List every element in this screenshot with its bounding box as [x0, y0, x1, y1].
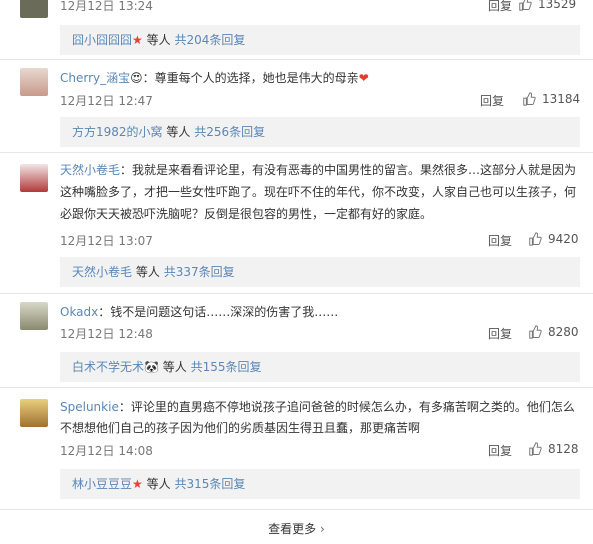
thumbs-up-icon: [523, 92, 536, 106]
comment-body: Okadx：钱不是问题这句话……深深的伤害了我……: [60, 305, 339, 319]
comment-time: 12月12日 12:47: [60, 94, 153, 108]
view-more-link[interactable]: 查看更多 ›: [0, 520, 593, 537]
thumbs-up-icon: [529, 232, 542, 246]
divider: [0, 152, 593, 153]
comment-text-line: 评论里的直男癌不停地说孩子追问爸爸的时候怎么办，有多痛苦啊之类的。他们怎么: [130, 400, 575, 414]
like-button[interactable]: 9420: [528, 232, 579, 246]
chevron-right-icon: ›: [320, 522, 325, 536]
comment-username[interactable]: Spelunkie: [60, 400, 119, 414]
sub-reply-mid: 等人: [146, 33, 171, 47]
comment-body: 天然小卷毛：我就是来看看评论里，有没有恶毒的中国男性的留言。果然很多…这部分人就…: [60, 163, 577, 177]
comment-username[interactable]: Okadx: [60, 305, 98, 319]
like-count: 13184: [542, 92, 581, 106]
heart-emoji: ❤: [358, 71, 369, 85]
comment-text: 钱不是问题这句话……深深的伤害了我……: [110, 305, 339, 319]
sub-reply-count[interactable]: 共256条回复: [194, 125, 265, 139]
comment-text: 尊重每个人的选择，她也是伟大的母亲: [154, 71, 359, 85]
sub-reply-users[interactable]: 囧小囧囧囧: [72, 33, 132, 47]
sub-replies-box[interactable]: 林小豆豆豆★ 等人 共315条回复: [60, 469, 580, 499]
sub-reply-mid: 等人: [162, 360, 187, 374]
divider: [0, 293, 593, 294]
sub-replies-box[interactable]: 白术不学无术🐼 等人 共155条回复: [60, 352, 580, 382]
comment-text-line: 不想想他们自己的孩子因为他们的劣质基因生得丑且蠢，那更痛苦啊: [60, 421, 421, 435]
comment-time: 12月12日 14:08: [60, 444, 153, 458]
comment-username[interactable]: 天然小卷毛: [60, 163, 120, 177]
sub-reply-users[interactable]: 方方1982的小窝: [72, 125, 163, 139]
user-emoji: 😍: [130, 71, 143, 85]
like-count: 8280: [548, 325, 579, 339]
sub-reply-users[interactable]: 林小豆豆豆: [72, 477, 132, 491]
reply-button[interactable]: 回复: [488, 232, 512, 249]
thumbs-up-icon: [529, 325, 542, 339]
view-more-label: 查看更多: [268, 522, 317, 536]
sub-reply-users[interactable]: 白术不学无术: [72, 360, 144, 374]
sub-reply-count[interactable]: 共337条回复: [164, 265, 235, 279]
sub-replies-box[interactable]: 方方1982的小窝 等人 共256条回复: [60, 117, 580, 147]
thumbs-up-icon: [529, 442, 542, 456]
sub-reply-users[interactable]: 天然小卷毛: [72, 265, 132, 279]
star-emoji: ★: [132, 33, 143, 47]
sub-reply-mid: 等人: [166, 125, 191, 139]
comment-time: 12月12日 13:24: [60, 0, 153, 13]
sub-reply-count[interactable]: 共155条回复: [191, 360, 262, 374]
like-button[interactable]: 8128: [528, 442, 579, 456]
comment-time: 12月12日 12:48: [60, 327, 153, 341]
reply-button[interactable]: 回复: [480, 92, 504, 109]
avatar[interactable]: [20, 399, 48, 427]
like-count: 8128: [548, 442, 579, 456]
like-button[interactable]: 13184: [522, 92, 580, 106]
avatar[interactable]: [20, 302, 48, 330]
avatar[interactable]: [20, 0, 48, 18]
sub-replies-box[interactable]: 天然小卷毛 等人 共337条回复: [60, 257, 580, 287]
like-count: 13529: [538, 0, 577, 11]
star-emoji: ★: [132, 477, 143, 491]
divider: [0, 387, 593, 388]
sub-reply-count[interactable]: 共204条回复: [174, 33, 245, 47]
like-button[interactable]: 13529: [518, 0, 576, 11]
like-button[interactable]: 8280: [528, 325, 579, 339]
thumbs-up-icon: [519, 0, 532, 11]
like-count: 9420: [548, 232, 579, 246]
comment-text-line: 这种嘴脸多了，才把一些女性吓跑了。现在吓不住的年代，你不改变，人家自己也可以生孩…: [60, 185, 577, 199]
comment-time: 12月12日 13:07: [60, 234, 153, 248]
avatar[interactable]: [20, 164, 48, 192]
reply-button[interactable]: 回复: [488, 0, 512, 14]
divider: [0, 59, 593, 60]
panda-emoji: 🐼: [144, 360, 159, 374]
sub-replies-box[interactable]: 囧小囧囧囧★ 等人 共204条回复: [60, 25, 580, 55]
comment-username[interactable]: Cherry_涵宝: [60, 71, 130, 85]
sub-reply-count[interactable]: 共315条回复: [174, 477, 245, 491]
sub-reply-mid: 等人: [146, 477, 171, 491]
comment-text-line: 必跟你天天被恐吓洗脑呢？反倒是很包容的男性，一定都有好的家庭。: [60, 207, 433, 221]
avatar[interactable]: [20, 68, 48, 96]
comment-body: Spelunkie：评论里的直男癌不停地说孩子追问爸爸的时候怎么办，有多痛苦啊之…: [60, 400, 575, 414]
comment-text-line: 我就是来看看评论里，有没有恶毒的中国男性的留言。果然很多…这部分人就是因为: [132, 163, 577, 177]
sub-reply-mid: 等人: [135, 265, 160, 279]
divider: [0, 509, 593, 510]
reply-button[interactable]: 回复: [488, 442, 512, 459]
reply-button[interactable]: 回复: [488, 325, 512, 342]
comment-body: Cherry_涵宝😍：尊重每个人的选择，她也是伟大的母亲❤: [60, 71, 369, 85]
